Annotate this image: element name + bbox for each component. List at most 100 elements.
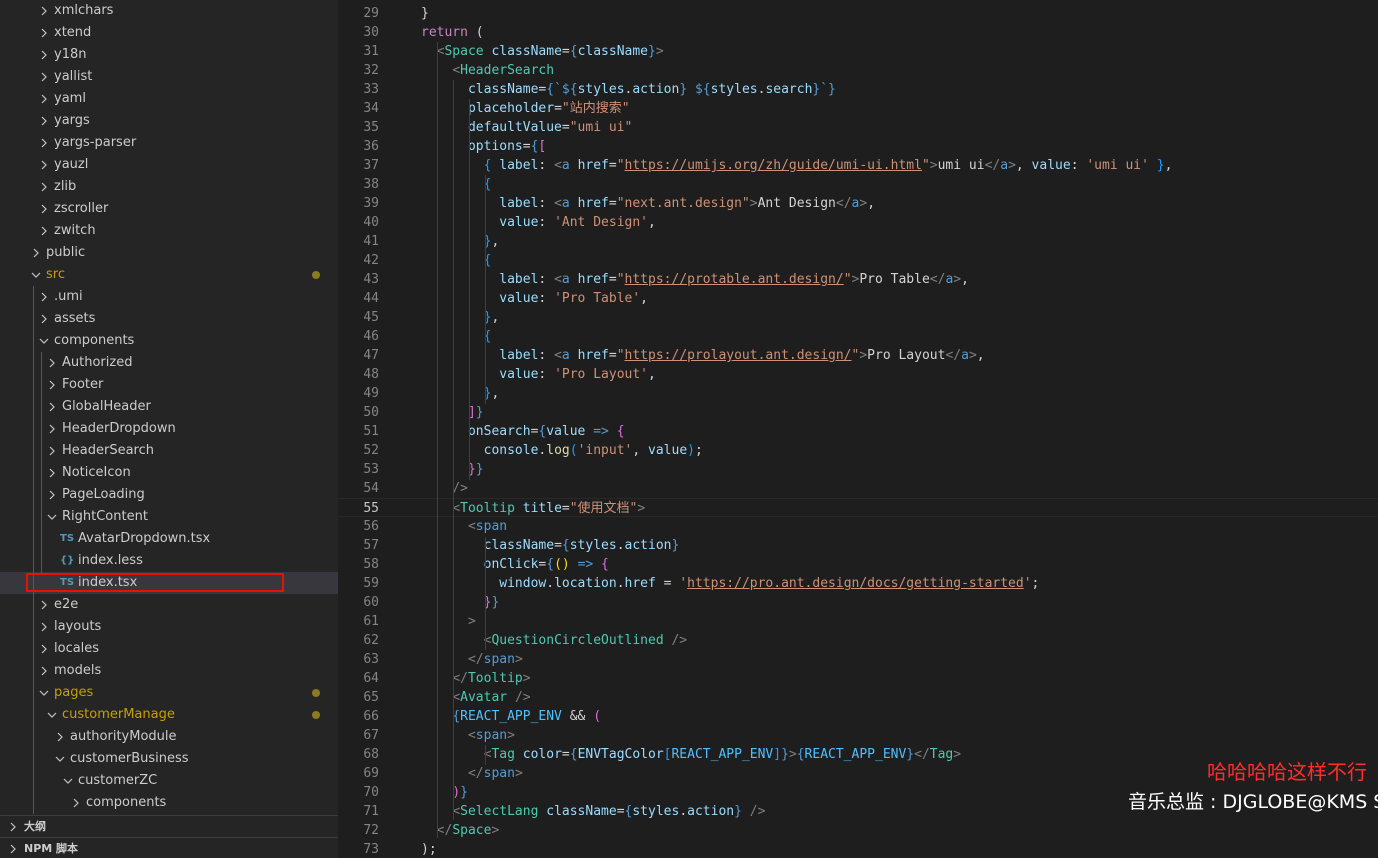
code-line[interactable]: 61 > [338,612,1378,631]
explorer-item-e2e[interactable]: e2e [0,594,338,616]
explorer-item-locales[interactable]: locales [0,638,338,660]
explorer-item-zlib[interactable]: zlib [0,176,338,198]
line-number: 63 [363,652,379,667]
code-line[interactable]: 54 /> [338,479,1378,498]
code-line[interactable]: 59 window.location.href = 'https://pro.a… [338,574,1378,593]
code-line[interactable]: 57 className={styles.action} [338,536,1378,555]
explorer-item-layouts[interactable]: layouts [0,616,338,638]
explorer-item-assets[interactable]: assets [0,308,338,330]
code-token: ); [421,842,437,857]
code-line[interactable]: 52 console.log('input', value); [338,441,1378,460]
code-line[interactable]: 64 </Tooltip> [338,669,1378,688]
explorer-item-label: customerBusiness [70,751,189,766]
explorer-item-components[interactable]: components [0,792,338,814]
code-line[interactable]: 47 label: <a href="https://prolayout.ant… [338,346,1378,365]
explorer-item-y18n[interactable]: y18n [0,44,338,66]
explorer-item-rightcontent[interactable]: RightContent [0,506,338,528]
code-line[interactable]: 42 { [338,251,1378,270]
explorer-item-authorized[interactable]: Authorized [0,352,338,374]
code-token: </ [436,823,453,838]
explorer-item-headersearch[interactable]: HeaderSearch [0,440,338,462]
explorer-item-avatardropdown-tsx[interactable]: TS AvatarDropdown.tsx [0,528,338,550]
explorer-item-globalheader[interactable]: GlobalHeader [0,396,338,418]
explorer-item-customerbusiness[interactable]: customerBusiness [0,748,338,770]
code-line[interactable]: 45 }, [338,308,1378,327]
explorer-item-index-less[interactable]: {} index.less [0,550,338,572]
code-token: } [679,82,688,97]
code-line[interactable]: 55 <Tooltip title="使用文档"> [338,498,1378,517]
explorer-item-zwitch[interactable]: zwitch [0,220,338,242]
code-text: <SelectLang className={styles.action} /> [421,802,765,821]
explorer-item-authoritymodule[interactable]: authorityModule [0,726,338,748]
code-line[interactable]: 62 <QuestionCircleOutlined /> [338,631,1378,650]
explorer-item-zscroller[interactable]: zscroller [0,198,338,220]
code-line[interactable]: 60 }} [338,593,1378,612]
explorer-item-pages[interactable]: pages [0,682,338,704]
explorer-item-headerdropdown[interactable]: HeaderDropdown [0,418,338,440]
code-text: }, [421,232,500,251]
code-line[interactable]: 35 defaultValue="umi ui" [338,118,1378,137]
code-line[interactable]: 73); [338,840,1378,858]
code-line[interactable]: 38 { [338,175,1378,194]
code-line[interactable]: 66 {REACT_APP_ENV && ( [338,707,1378,726]
code-line[interactable]: 40 value: 'Ant Design', [338,213,1378,232]
explorer-item-components[interactable]: components [0,330,338,352]
code-line[interactable]: 58 onClick={() => { [338,555,1378,574]
explorer-item-yallist[interactable]: yallist [0,66,338,88]
code-line[interactable]: 32 <HeaderSearch [338,61,1378,80]
chevron-right-icon [38,132,50,154]
code-line[interactable]: 39 label: <a href="next.ant.design">Ant … [338,194,1378,213]
code-line[interactable]: 30 return ( [338,23,1378,42]
code-line[interactable]: 43 label: <a href="https://protable.ant.… [338,270,1378,289]
chevron-right-icon [38,638,50,660]
code-text: return ( [421,23,484,42]
explorer-item-noticeicon[interactable]: NoticeIcon [0,462,338,484]
outline-section-header[interactable]: 大纲 [0,815,338,838]
explorer-item-yaml[interactable]: yaml [0,88,338,110]
code-line[interactable]: 51 onSearch={value => { [338,422,1378,441]
code-editor[interactable]: 29} 30 return (31 <Space className={classN… [338,0,1378,858]
code-line[interactable]: 46 { [338,327,1378,346]
code-line[interactable]: 72 </Space> [338,821,1378,840]
code-line[interactable]: 34 placeholder="站内搜索" [338,99,1378,118]
code-line[interactable]: 53 }} [338,460,1378,479]
code-token: > [1008,158,1016,173]
explorer-item-customerzc[interactable]: customerZC [0,770,338,792]
code-line[interactable]: 31 <Space className={className}> [338,42,1378,61]
code-line[interactable]: 48 value: 'Pro Layout', [338,365,1378,384]
code-line[interactable]: 50 ]} [338,403,1378,422]
explorer-item-public[interactable]: public [0,242,338,264]
explorer-item-models[interactable]: models [0,660,338,682]
code-text: <Tag color={ENVTagColor[REACT_APP_ENV]}>… [421,745,961,764]
code-line[interactable]: 29} [338,4,1378,23]
code-token: } [460,785,468,800]
code-token: console [483,443,539,458]
code-line[interactable]: 33 className={`${styles.action} ${styles… [338,80,1378,99]
npm-scripts-section-header[interactable]: NPM 脚本 [0,837,338,858]
explorer-item-src[interactable]: src [0,264,338,286]
code-line[interactable]: 41 }, [338,232,1378,251]
explorer-item--umi[interactable]: .umi [0,286,338,308]
explorer-item-customermanage[interactable]: customerManage [0,704,338,726]
explorer-item-yauzl[interactable]: yauzl [0,154,338,176]
code-line[interactable]: 65 <Avatar /> [338,688,1378,707]
code-line[interactable]: 63 </span> [338,650,1378,669]
explorer-item-xtend[interactable]: xtend [0,22,338,44]
code-line[interactable]: 36 options={[ [338,137,1378,156]
code-line[interactable]: 56 <span [338,517,1378,536]
code-line[interactable]: 49 }, [338,384,1378,403]
explorer-item-footer[interactable]: Footer [0,374,338,396]
explorer-item-xmlchars[interactable]: xmlchars [0,0,338,22]
explorer-item-pageloading[interactable]: PageLoading [0,484,338,506]
explorer-item-yargs[interactable]: yargs [0,110,338,132]
section-header-label: NPM 脚本 [24,842,79,855]
explorer-item-label: yallist [54,69,93,84]
explorer-item-yargs-parser[interactable]: yargs-parser [0,132,338,154]
code-line[interactable]: 44 value: 'Pro Table', [338,289,1378,308]
code-line[interactable]: 37 { label: <a href="https://umijs.org/z… [338,156,1378,175]
code-token: Pro Layout [867,348,946,363]
code-line[interactable]: 67 <span> [338,726,1378,745]
